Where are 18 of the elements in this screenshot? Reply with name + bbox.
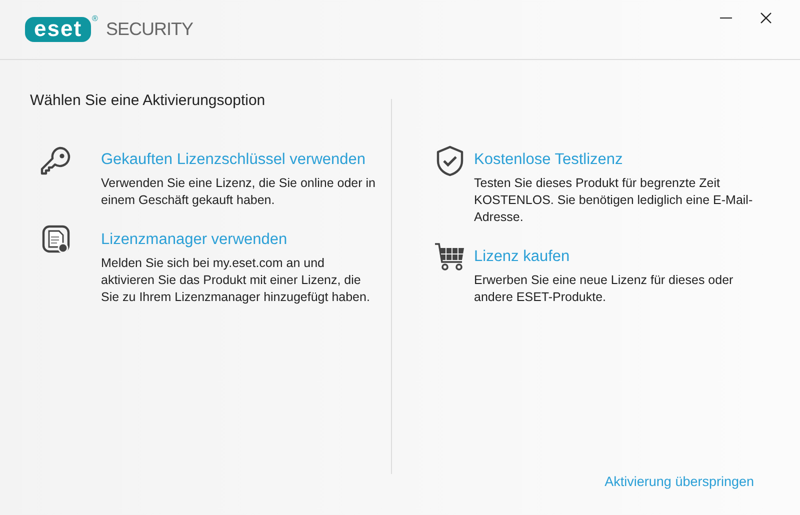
cart-icon (434, 242, 466, 272)
registered-mark: ® (92, 14, 98, 23)
key-icon (40, 145, 72, 177)
option-description: Verwenden Sie eine Lizenz, die Sie online oder in einem Geschäft gekauft haben. (101, 175, 376, 209)
option-description: Testen Sie dieses Produkt für begrenzte Zeit KOSTENLOS. Sie benötigen lediglich eine E-Mail-Adresse. (474, 175, 754, 226)
page-heading: Wählen Sie eine Aktivierungsoption (30, 92, 266, 109)
document-icon (40, 225, 72, 255)
option-description: Erwerben Sie eine neue Lizenz für dieses oder andere ESET-Produkte. (474, 272, 734, 306)
option-link[interactable]: Lizenz kaufen (474, 248, 570, 266)
skip-activation-link[interactable]: Aktivierung überspringen (604, 474, 754, 489)
option-description: Melden Sie sich bei my.eset.com an und aktivieren Sie das Produkt mit einer Lizenz, die Sie zu Ihrem Lizenzmanager hinzugefügt haben. (101, 255, 371, 306)
eset-logo: eset (25, 17, 92, 42)
option-link[interactable]: Kostenlose Testlizenz (474, 151, 623, 169)
close-icon (760, 12, 772, 24)
option-link[interactable]: Lizenzmanager verwenden (101, 231, 288, 249)
option-link[interactable]: Gekauften Lizenzschlüssel verwenden (101, 151, 366, 169)
product-name: SECURITY (106, 19, 193, 40)
shield-check-icon (434, 145, 466, 177)
